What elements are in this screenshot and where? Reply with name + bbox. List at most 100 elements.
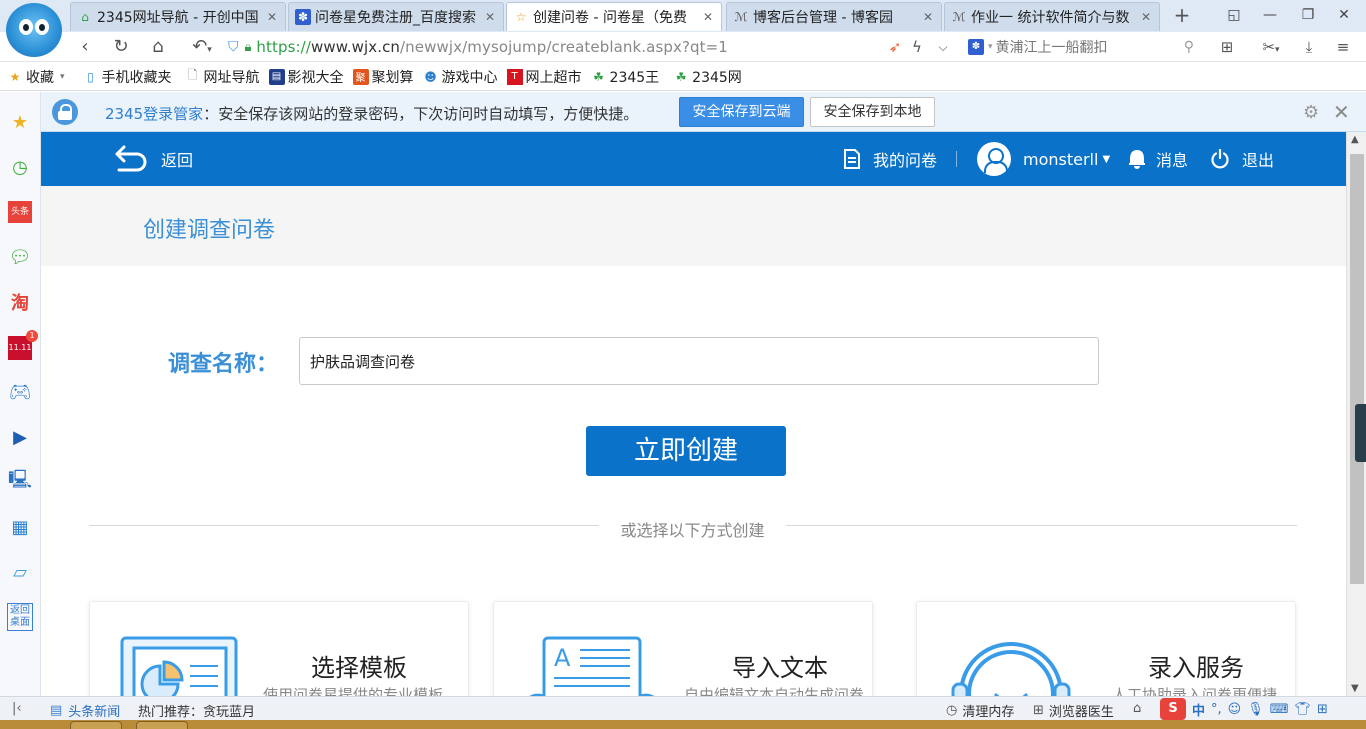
card-choose-template[interactable]: 选择模板 使用问卷星提供的专业模板 — [89, 601, 469, 696]
sogou-logo-icon: S — [1160, 698, 1186, 720]
tab-2345-navigation[interactable]: ⌂ 2345网址导航 - 开创中国 ✕ — [70, 2, 286, 31]
bookmark-label: 2345网 — [692, 69, 742, 86]
lightning-icon[interactable]: ϟ — [906, 36, 928, 58]
site-header: 返回 我的问卷 monsterll ▼ 消息 退出 — [41, 132, 1346, 186]
back-button[interactable]: 返回 — [111, 144, 193, 174]
save-to-local-button[interactable]: 安全保存到本地 — [810, 97, 935, 127]
close-icon[interactable]: ✕ — [265, 10, 279, 24]
wechat-icon[interactable]: 💬︎ — [6, 243, 34, 271]
password-bar-text: ：安全保存该网站的登录密码，下次访问时自动填写，方便快捷。 — [203, 105, 639, 123]
close-window-button[interactable]: ✕ — [1330, 4, 1358, 26]
undo-close-icon[interactable]: ↶▾ — [184, 36, 220, 58]
tab-baidu-search[interactable]: ✽ 问卷星免费注册_百度搜索 ✕ — [288, 2, 504, 31]
computer-icon[interactable]: 🖳︎ — [6, 468, 34, 496]
logout-label: 退出 — [1242, 151, 1275, 170]
sogou-ime-toolbar[interactable]: S 中 °, ☺ 🎙︎ ⌨ 👕︎ ⊞ — [1160, 698, 1328, 720]
save-to-cloud-button[interactable]: 安全保存到云端 — [679, 97, 804, 127]
scroll-up-arrow-icon[interactable]: ▲ — [1351, 134, 1359, 145]
video-player-icon[interactable]: ▶ — [6, 423, 34, 451]
bookmark-games[interactable]: ☻ 游戏中心 — [423, 67, 497, 87]
bookmark-favorites[interactable]: ★ 收藏 ▾ — [7, 67, 65, 87]
2345-browser-logo-icon[interactable] — [6, 3, 62, 57]
chevron-down-icon[interactable]: ⌵ — [932, 36, 954, 58]
taskbar-button[interactable] — [136, 721, 188, 729]
search-engine-dropdown-icon[interactable]: ▾ — [988, 42, 993, 52]
taskbar-button[interactable] — [70, 721, 122, 729]
gear-icon[interactable]: ⚙ — [1303, 102, 1319, 123]
cnblogs-icon: ℳ — [952, 10, 966, 24]
news-icon: ▤ — [50, 703, 63, 718]
page-title: 创建调查问卷 — [143, 218, 276, 243]
close-icon[interactable]: ✕ — [1333, 100, 1350, 124]
calculator-icon[interactable]: ▦ — [6, 513, 34, 541]
password-manager-bar: 2345登录管家：安全保存该网站的登录密码，下次访问时自动填写，方便快捷。 安全… — [41, 92, 1366, 132]
taobao-icon[interactable]: 淘 — [6, 288, 34, 316]
status-bar: |‹ ▤ 头条新闻 热门推荐：贪玩蓝月 ◷ 清理内存 ⊞ 浏览器医生 ⌂ S 中… — [0, 696, 1366, 720]
double-eleven-icon[interactable]: 11.11 1 — [6, 330, 38, 362]
scissors-icon[interactable]: ✂▾ — [1254, 36, 1288, 58]
gamepad-icon[interactable]: 🎮︎ — [6, 378, 34, 406]
toutiao-news-icon[interactable]: 头条 — [6, 198, 34, 226]
back-arrow-icon[interactable]: ‹ — [74, 36, 96, 58]
rocket-icon[interactable]: ➶ — [884, 36, 906, 58]
chevron-down-icon: ▼ — [1102, 153, 1111, 165]
bookmark-mobile[interactable]: ▯ 手机收藏夹 — [83, 67, 171, 87]
card-import-text[interactable]: A 导入文本 自由编辑文本自动生成问卷 — [493, 601, 873, 696]
cnblogs-icon: ℳ — [734, 10, 748, 24]
refresh-icon[interactable]: ↻ — [110, 36, 132, 58]
bookmark-nav[interactable]: 🗋︎ 网址导航 — [185, 67, 260, 87]
apps-grid-icon[interactable]: ⊞ — [1216, 36, 1238, 58]
bookmark-2345-net[interactable]: ☘ 2345网 — [673, 67, 742, 87]
return-desktop-button[interactable]: 返回桌面 — [6, 602, 34, 632]
baidu-paw-icon: ✽ — [295, 9, 311, 25]
collapse-sidebar-icon[interactable]: |‹ — [12, 701, 22, 716]
messages-link[interactable]: 消息 — [1128, 132, 1188, 186]
avatar — [977, 142, 1011, 176]
bookmark-2345-wang[interactable]: ☘ 2345王 — [591, 67, 659, 87]
new-tab-button[interactable]: + — [1172, 4, 1192, 26]
my-surveys-link[interactable]: 我的问卷 — [843, 132, 937, 186]
user-menu[interactable]: monsterll ▼ — [977, 132, 1110, 186]
search-box[interactable]: ✽ ▾ 黄浦江上一船翻扣 ⚲ — [962, 35, 1202, 59]
menu-icon[interactable]: ≡ — [1332, 36, 1354, 58]
url-domain: www.wjx.cn — [311, 38, 401, 56]
download-icon[interactable]: ⤓ — [1298, 36, 1320, 58]
hot-recommendation[interactable]: 热门推荐：贪玩蓝月 — [138, 701, 255, 720]
bookmark-juhuasuan[interactable]: 聚 聚划算 — [352, 67, 414, 87]
browser-doctor-button[interactable]: ⊞ 浏览器医生 — [1033, 701, 1114, 720]
news-link[interactable]: ▤ 头条新闻 — [50, 701, 120, 720]
close-icon[interactable]: ✕ — [701, 10, 715, 24]
close-icon[interactable]: ✕ — [921, 10, 935, 24]
bookmark-video[interactable]: ▤ 影视大全 — [268, 67, 344, 87]
survey-name-input[interactable] — [299, 337, 1099, 385]
close-icon[interactable]: ✕ — [1139, 10, 1153, 24]
tab-cnblogs-admin[interactable]: ℳ 博客后台管理 - 博客园 ✕ — [726, 2, 942, 31]
tab-homework-stats[interactable]: ℳ 作业一 统计软件简介与数 ✕ — [944, 2, 1160, 31]
os-taskbar — [0, 720, 1366, 729]
notebook-icon[interactable]: ▱ — [6, 558, 34, 586]
home-icon[interactable]: ⌂ — [147, 36, 169, 58]
floating-widget-tab[interactable] — [1355, 404, 1366, 462]
password-manager-brand[interactable]: 2345登录管家 — [105, 105, 203, 123]
card-entry-service[interactable]: 录入服务 人工协助录入问卷更便捷 — [916, 601, 1296, 696]
skin-icon[interactable]: ◱ — [1220, 4, 1248, 26]
tab-create-survey[interactable]: ☆ 创建问卷 - 问卷星（免费 ✕ — [506, 2, 722, 31]
network-icon[interactable]: ⌂ — [1133, 701, 1141, 716]
restore-button[interactable]: ❐ — [1294, 4, 1322, 26]
close-icon[interactable]: ✕ — [483, 10, 497, 24]
address-bar[interactable]: ⛉ 🔒︎ https://www.wjx.cn/newwjx/mysojump/… — [228, 35, 956, 59]
clock-icon: ◷ — [946, 703, 958, 718]
power-icon — [1211, 149, 1229, 169]
scroll-thumb[interactable] — [1350, 154, 1364, 584]
favorites-star-icon[interactable]: ★ — [6, 108, 34, 136]
clean-memory-button[interactable]: ◷ 清理内存 — [946, 701, 1014, 720]
history-clock-icon[interactable]: ◷ — [6, 153, 34, 181]
create-now-button[interactable]: 立即创建 — [586, 426, 786, 476]
bookmark-tmall[interactable]: T 网上超市 — [506, 67, 582, 87]
search-icon[interactable]: ⚲ — [1184, 39, 1194, 55]
card-title: 选择模板 — [311, 654, 407, 682]
microphone-icon: 🎙︎ — [1247, 701, 1264, 717]
logout-link[interactable]: 退出 — [1210, 132, 1274, 186]
scroll-down-arrow-icon[interactable]: ▼ — [1351, 683, 1359, 694]
minimize-button[interactable]: — — [1256, 4, 1284, 26]
